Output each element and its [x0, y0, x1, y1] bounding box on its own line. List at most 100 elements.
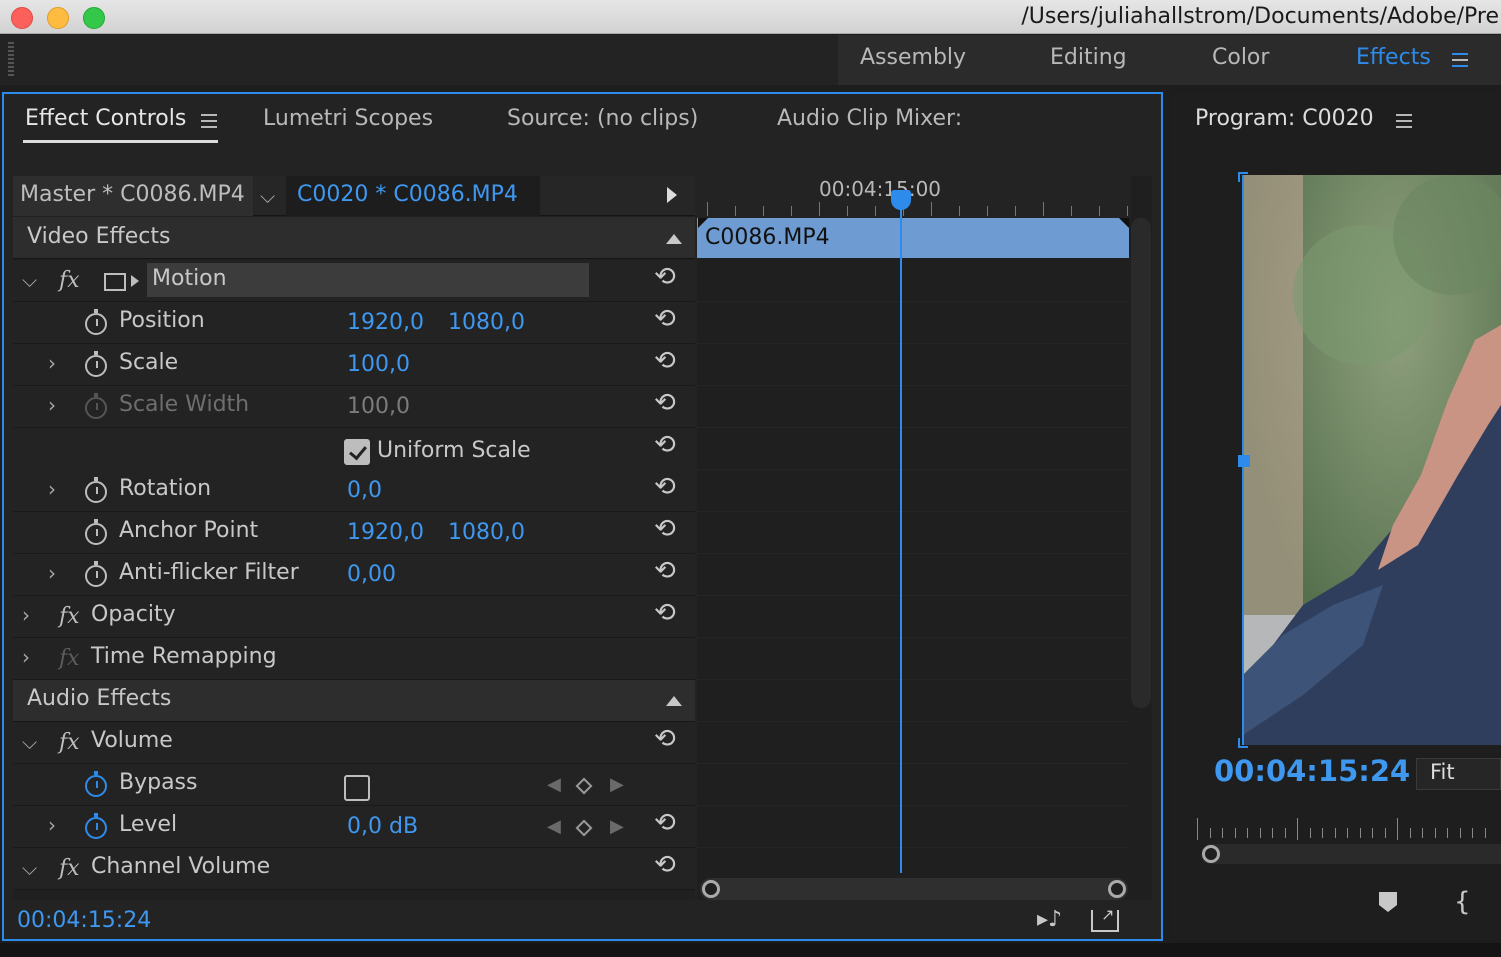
program-zoom-handle[interactable] [1202, 845, 1220, 863]
scale-value[interactable]: 100,0 [347, 352, 410, 377]
fx-icon[interactable]: fx [59, 730, 80, 755]
chevron-down-icon[interactable]: ⌵ [22, 856, 37, 880]
program-ruler-tick [1347, 828, 1348, 838]
anchor-x-value[interactable]: 1920,0 [347, 520, 424, 545]
minimize-window-button[interactable] [47, 7, 69, 29]
chevron-right-icon[interactable]: › [48, 351, 56, 375]
program-ruler[interactable] [1197, 818, 1501, 842]
program-video-frame[interactable] [1243, 175, 1501, 745]
chevron-right-icon[interactable]: › [22, 645, 30, 669]
prev-keyframe-icon[interactable]: ◀ [547, 816, 561, 837]
transform-box-icon[interactable] [104, 273, 126, 291]
master-clip-label: Master * C0086.MP4 [20, 182, 245, 207]
chevron-down-icon[interactable]: ⌵ [22, 730, 37, 754]
motion-label: Motion [152, 266, 227, 291]
reset-icon[interactable]: ⟲ [654, 850, 676, 880]
zoom-window-button[interactable] [83, 7, 105, 29]
chevron-right-icon[interactable]: › [48, 477, 56, 501]
fx-icon[interactable]: fx [59, 268, 80, 293]
tab-source[interactable]: Source: (no clips) [507, 106, 698, 131]
mark-in-icon[interactable]: { [1454, 887, 1471, 917]
vertical-scrollbar[interactable] [1131, 218, 1151, 708]
playhead-line[interactable] [900, 205, 902, 873]
reset-icon[interactable]: ⟲ [654, 472, 676, 502]
next-keyframe-icon[interactable]: ▶ [610, 774, 624, 795]
zoom-handle-left[interactable] [702, 880, 720, 898]
tab-effect-controls[interactable]: Effect Controls [25, 106, 186, 131]
level-value[interactable]: 0,0 dB [347, 814, 418, 839]
corner-handle[interactable] [1238, 172, 1248, 182]
program-ruler-tick [1259, 828, 1261, 838]
collapse-up-icon[interactable] [666, 696, 682, 706]
program-zoom-scrollbar[interactable] [1201, 844, 1501, 864]
chevron-right-icon[interactable]: › [48, 813, 56, 837]
ruler-tick [1071, 206, 1072, 216]
stopwatch-active-icon[interactable] [85, 771, 107, 797]
drag-grip-icon[interactable] [8, 42, 14, 78]
reset-icon[interactable]: ⟲ [654, 808, 676, 838]
ruler-tick [1015, 206, 1016, 216]
play-audio-icon[interactable]: ▸♪ [1037, 907, 1062, 932]
stopwatch-icon[interactable] [85, 519, 107, 545]
program-ruler-tick [1284, 828, 1286, 838]
ruler-tick [875, 206, 876, 216]
current-timecode[interactable]: 00:04:15:24 [17, 908, 151, 933]
workspace-menu-icon[interactable] [1452, 53, 1468, 67]
position-x-value[interactable]: 1920,0 [347, 310, 424, 335]
program-menu-icon[interactable] [1396, 114, 1412, 128]
stopwatch-icon[interactable] [85, 561, 107, 587]
reset-icon[interactable]: ⟲ [654, 388, 676, 418]
reset-icon[interactable]: ⟲ [654, 430, 676, 460]
chevron-right-icon[interactable]: › [48, 393, 56, 417]
anti-flicker-value[interactable]: 0,00 [347, 562, 396, 587]
position-y-value[interactable]: 1080,0 [448, 310, 525, 335]
chevron-right-icon[interactable]: › [48, 561, 56, 585]
anchor-y-value[interactable]: 1080,0 [448, 520, 525, 545]
stopwatch-active-icon[interactable] [85, 813, 107, 839]
playhead-handle[interactable] [891, 190, 911, 210]
corner-handle[interactable] [1238, 738, 1248, 748]
reset-icon[interactable]: ⟲ [654, 598, 676, 628]
reset-icon[interactable]: ⟲ [654, 514, 676, 544]
stopwatch-icon[interactable] [85, 477, 107, 503]
sequence-clip-label[interactable]: C0020 * C0086.MP4 [297, 182, 518, 207]
rotation-value[interactable]: 0,0 [347, 478, 382, 503]
ruler-tick [763, 206, 764, 216]
workspace-assembly[interactable]: Assembly [860, 45, 966, 70]
reset-icon[interactable]: ⟲ [654, 724, 676, 754]
program-timecode[interactable]: 00:04:15:24 [1214, 754, 1410, 788]
bypass-checkbox[interactable] [344, 775, 370, 801]
program-ruler-tick [1322, 828, 1323, 838]
workspace-effects[interactable]: Effects [1356, 45, 1431, 70]
reset-icon[interactable]: ⟲ [654, 346, 676, 376]
stopwatch-icon[interactable] [85, 309, 107, 335]
reset-icon[interactable]: ⟲ [654, 556, 676, 586]
anchor-point-label: Anchor Point [119, 518, 259, 543]
horizontal-zoom-scrollbar[interactable] [700, 878, 1128, 900]
keyframe-timeline[interactable] [697, 176, 1152, 900]
chevron-down-icon[interactable]: ⌵ [260, 184, 275, 208]
panel-menu-icon[interactable] [201, 114, 217, 128]
reset-icon[interactable]: ⟲ [654, 262, 676, 292]
stopwatch-icon[interactable] [85, 351, 107, 377]
workspace-editing[interactable]: Editing [1050, 45, 1127, 70]
collapse-up-icon[interactable] [666, 234, 682, 244]
zoom-select[interactable] [1416, 758, 1501, 790]
tab-lumetri-scopes[interactable]: Lumetri Scopes [263, 106, 433, 131]
prev-keyframe-icon[interactable]: ◀ [547, 774, 561, 795]
reset-icon[interactable]: ⟲ [654, 304, 676, 334]
program-ruler-tick [1309, 828, 1311, 838]
uniform-scale-checkbox[interactable] [344, 439, 370, 465]
zoom-handle-right[interactable] [1108, 880, 1126, 898]
close-window-button[interactable] [11, 7, 33, 29]
chevron-right-icon[interactable]: › [22, 603, 30, 627]
edge-handle[interactable] [1238, 455, 1250, 467]
workspace-color[interactable]: Color [1212, 45, 1269, 70]
tab-audio-clip-mixer[interactable]: Audio Clip Mixer: [777, 106, 962, 131]
fx-icon[interactable]: fx [59, 604, 80, 629]
chevron-down-icon[interactable]: ⌵ [22, 268, 37, 292]
next-keyframe-icon[interactable]: ▶ [610, 816, 624, 837]
fx-icon[interactable]: fx [59, 856, 80, 881]
scale-label: Scale [119, 350, 179, 375]
play-right-icon[interactable] [667, 187, 677, 203]
